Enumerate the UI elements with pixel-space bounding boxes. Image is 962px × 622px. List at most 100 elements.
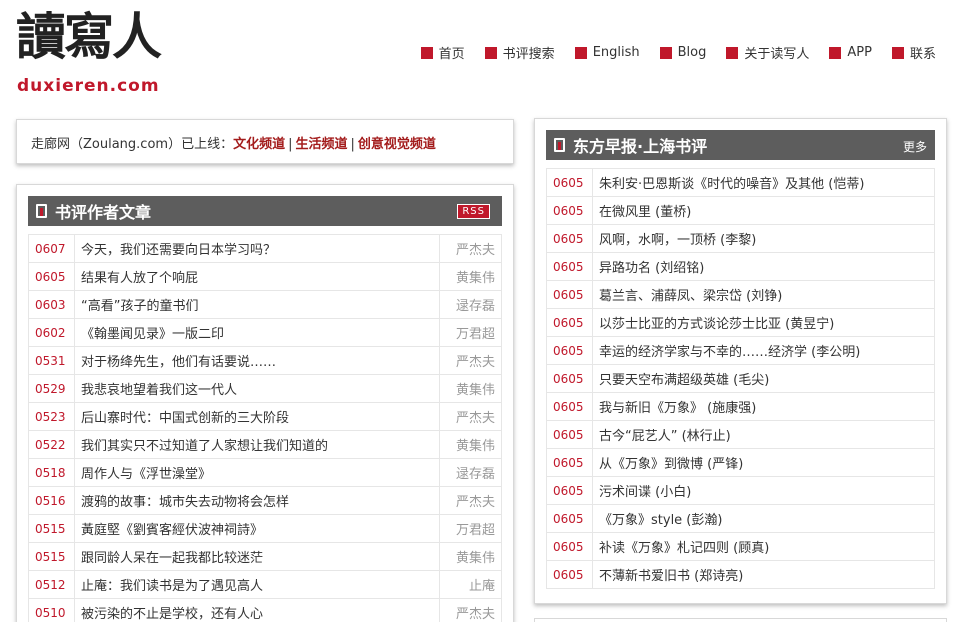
item-author[interactable]: 黄集伟: [439, 375, 501, 402]
item-date: 0522: [29, 431, 75, 458]
notice-link-creative[interactable]: 创意视觉频道: [358, 137, 436, 152]
list-item: 0603 “高看”孩子的童书们 逯存磊: [29, 291, 501, 319]
list-item: 0602 《翰墨闻见录》一版二印 万君超: [29, 319, 501, 347]
item-author[interactable]: 黄集伟: [439, 543, 501, 570]
item-title-link[interactable]: 黃庭堅《劉賓客經伏波神祠詩》: [75, 519, 439, 538]
item-title-link[interactable]: “高看”孩子的童书们: [75, 295, 439, 314]
item-title-link[interactable]: 我们其实只不过知道了人家想让我们知道的: [75, 435, 439, 454]
item-title-link[interactable]: 我与新旧《万象》 (施康强): [593, 397, 934, 416]
nav-item-about[interactable]: 关于读写人: [726, 43, 809, 62]
site-logo[interactable]: 讀寫人 duxieren.com: [16, 8, 186, 97]
nav-item-english[interactable]: English: [574, 43, 640, 62]
nav-item-app[interactable]: APP: [829, 43, 872, 62]
item-author[interactable]: 严杰夫: [439, 403, 501, 430]
nav-label: Blog: [677, 45, 707, 60]
list-item: 0605 我与新旧《万象》 (施康强): [547, 393, 934, 421]
nav-label: 书评搜索: [502, 47, 555, 62]
notice-link-culture[interactable]: 文化频道: [233, 137, 285, 152]
item-title-link[interactable]: 《万象》style (彭瀚): [593, 509, 934, 528]
red-square-icon: [726, 46, 739, 59]
item-author[interactable]: 黄集伟: [439, 263, 501, 290]
list-item: 0518 周作人与《浮世澡堂》 逯存磊: [29, 459, 501, 487]
item-title-link[interactable]: 我悲哀地望着我们这一代人: [75, 379, 439, 398]
author-articles-panel: 书评作者文章 RSS 0607 今天，我们还需要向日本学习吗？ 严杰夫 0605 结果有…: [16, 184, 514, 622]
item-date: 0605: [547, 169, 593, 196]
nav-item-contact[interactable]: 联系: [891, 43, 936, 62]
item-date: 0518: [29, 459, 75, 486]
nav-label: 首页: [438, 47, 465, 62]
nav-item-review-search[interactable]: 书评搜索: [484, 43, 555, 62]
item-title-link[interactable]: 只要天空布满超级英雄 (毛尖): [593, 369, 934, 388]
nav-label: APP: [847, 45, 872, 60]
notice-text: 走廊网（Zoulang.com）已上线：: [31, 137, 234, 152]
item-title-link[interactable]: 被污染的不止是学校，还有人心: [75, 603, 439, 622]
list-item: 0605 风啊，水啊，一顶桥 (李黎): [547, 225, 934, 253]
red-square-icon: [891, 46, 904, 59]
item-title-link[interactable]: 不薄新书爱旧书 (郑诗亮): [593, 565, 934, 584]
item-date: 0605: [547, 197, 593, 224]
item-title-link[interactable]: 葛兰言、浦薛凤、梁宗岱 (刘铮): [593, 285, 934, 304]
item-date: 0605: [547, 561, 593, 588]
main-nav: 首页 书评搜索 English Blog 关于读写人 APP 联系: [420, 43, 936, 62]
item-title-link[interactable]: 以莎士比亚的方式谈论莎士比亚 (黄昱宁): [593, 313, 934, 332]
item-author[interactable]: 严杰夫: [439, 347, 501, 374]
item-date: 0512: [29, 571, 75, 598]
nav-item-blog[interactable]: Blog: [659, 43, 707, 62]
list-item: 0529 我悲哀地望着我们这一代人 黄集伟: [29, 375, 501, 403]
item-title-link[interactable]: 对于杨绛先生，他们有话要说……: [75, 351, 439, 370]
item-title-link[interactable]: 补读《万象》札记四则 (顾真): [593, 537, 934, 556]
shanghai-review-panel: 东方早报·上海书评 更多 0605 朱利安·巴恩斯谈《时代的噪音》及其他 (恺蒂)…: [534, 118, 947, 604]
item-title-link[interactable]: 止庵：我们读书是为了遇见高人: [75, 575, 439, 594]
item-title-link[interactable]: 今天，我们还需要向日本学习吗？: [75, 239, 439, 258]
item-author[interactable]: 万君超: [439, 319, 501, 346]
nav-item-home[interactable]: 首页: [420, 43, 465, 62]
more-link[interactable]: 更多: [903, 138, 927, 155]
rss-button[interactable]: RSS: [457, 204, 490, 219]
shanghai-review-list: 0605 朱利安·巴恩斯谈《时代的噪音》及其他 (恺蒂) 0605 在微风里 (董桥)…: [546, 168, 935, 589]
item-title-link[interactable]: 幸运的经济学家与不幸的……经济学 (李公明): [593, 341, 934, 360]
item-title-link[interactable]: 污术间谍 (小白): [593, 481, 934, 500]
item-date: 0602: [29, 319, 75, 346]
list-item: 0510 被污染的不止是学校，还有人心 严杰夫: [29, 599, 501, 622]
item-date: 0605: [29, 263, 75, 290]
item-author[interactable]: 逯存磊: [439, 291, 501, 318]
item-title-link[interactable]: 古今“屁艺人” (林行止): [593, 425, 934, 444]
item-date: 0605: [547, 225, 593, 252]
notice-link-life[interactable]: 生活频道: [295, 137, 347, 152]
item-author[interactable]: 止庵: [439, 571, 501, 598]
item-title-link[interactable]: 跟同龄人呆在一起我都比较迷茫: [75, 547, 439, 566]
item-date: 0605: [547, 309, 593, 336]
item-title-link[interactable]: 异路功名 (刘绍铭): [593, 257, 934, 276]
item-title-link[interactable]: 风啊，水啊，一顶桥 (李黎): [593, 229, 934, 248]
item-author[interactable]: 严杰夫: [439, 599, 501, 622]
item-author[interactable]: 黄集伟: [439, 431, 501, 458]
item-date: 0529: [29, 375, 75, 402]
nav-label: 关于读写人: [744, 47, 810, 62]
list-item: 0522 我们其实只不过知道了人家想让我们知道的 黄集伟: [29, 431, 501, 459]
item-author[interactable]: 严杰夫: [439, 235, 501, 262]
item-date: 0515: [29, 543, 75, 570]
list-item: 0512 止庵：我们读书是为了遇见高人 止庵: [29, 571, 501, 599]
item-title-link[interactable]: 渡鸦的故事：城市失去动物将会怎样: [75, 491, 439, 510]
list-item: 0607 今天，我们还需要向日本学习吗？ 严杰夫: [29, 235, 501, 263]
author-articles-list: 0607 今天，我们还需要向日本学习吗？ 严杰夫 0605 结果有人放了个响屁 黄集伟 06…: [28, 234, 502, 622]
item-author[interactable]: 万君超: [439, 515, 501, 542]
item-date: 0605: [547, 477, 593, 504]
item-title-link[interactable]: 朱利安·巴恩斯谈《时代的噪音》及其他 (恺蒂): [593, 173, 934, 192]
item-title-link[interactable]: 《翰墨闻见录》一版二印: [75, 323, 439, 342]
author-articles-header: 书评作者文章 RSS: [28, 196, 502, 226]
item-title-link[interactable]: 后山寨时代：中国式创新的三大阶段: [75, 407, 439, 426]
list-item: 0605 异路功名 (刘绍铭): [547, 253, 934, 281]
list-item: 0605 只要天空布满超级英雄 (毛尖): [547, 365, 934, 393]
list-item: 0531 对于杨绛先生，他们有话要说…… 严杰夫: [29, 347, 501, 375]
item-title-link[interactable]: 在微风里 (董桥): [593, 201, 934, 220]
item-title-link[interactable]: 从《万象》到微博 (严锋): [593, 453, 934, 472]
item-date: 0515: [29, 515, 75, 542]
item-title-link[interactable]: 周作人与《浮世澡堂》: [75, 463, 439, 482]
list-item: 0605 朱利安·巴恩斯谈《时代的噪音》及其他 (恺蒂): [547, 169, 934, 197]
item-date: 0516: [29, 487, 75, 514]
item-author[interactable]: 逯存磊: [439, 459, 501, 486]
item-author[interactable]: 严杰夫: [439, 487, 501, 514]
item-title-link[interactable]: 结果有人放了个响屁: [75, 267, 439, 286]
list-item: 0605 古今“屁艺人” (林行止): [547, 421, 934, 449]
